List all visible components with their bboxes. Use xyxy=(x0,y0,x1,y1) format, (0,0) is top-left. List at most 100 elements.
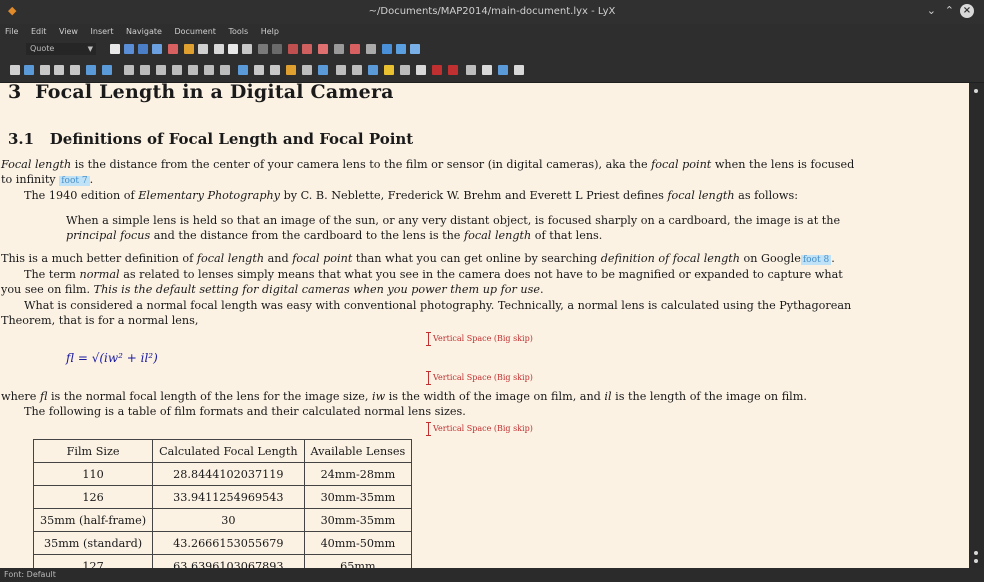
table-cell[interactable]: 30mm-35mm xyxy=(303,508,413,532)
table-cell[interactable]: 30mm-35mm xyxy=(303,485,413,509)
box-icon[interactable] xyxy=(368,65,378,75)
table-cell[interactable]: 110 xyxy=(32,462,154,486)
math-icon[interactable] xyxy=(318,44,328,54)
scroll-down-icon[interactable] xyxy=(974,551,978,555)
window-title: ~/Documents/MAP2014/main-document.lyx - … xyxy=(368,6,616,17)
scroll-up-icon[interactable] xyxy=(974,89,978,93)
outline-icon[interactable] xyxy=(498,65,508,75)
table-cell[interactable]: 65mm xyxy=(303,554,413,568)
nomenclature-icon[interactable] xyxy=(220,65,230,75)
save-as-icon[interactable] xyxy=(152,44,162,54)
table-header-cell[interactable]: Film Size xyxy=(32,439,154,463)
undo-icon[interactable] xyxy=(184,44,194,54)
emphasis-icon[interactable] xyxy=(288,44,298,54)
view-pdf-icon[interactable] xyxy=(382,44,392,54)
find-icon[interactable] xyxy=(258,44,268,54)
footnote-inset[interactable]: foot 8 xyxy=(800,255,832,265)
table-cell[interactable]: 35mm (standard) xyxy=(32,531,154,555)
table-icon[interactable] xyxy=(366,44,376,54)
list-icon[interactable] xyxy=(40,65,50,75)
print-icon[interactable] xyxy=(168,44,178,54)
menu-edit[interactable]: Edit xyxy=(26,24,52,36)
text: on Google xyxy=(740,252,801,265)
accept-change-icon[interactable] xyxy=(448,65,458,75)
depth-decrease-icon[interactable] xyxy=(86,65,96,75)
menu-insert[interactable]: Insert xyxy=(86,24,119,36)
paste-icon[interactable] xyxy=(242,44,252,54)
save-icon[interactable] xyxy=(138,44,148,54)
description-icon[interactable] xyxy=(70,65,80,75)
table-cell[interactable]: 30 xyxy=(152,508,305,532)
label-icon[interactable] xyxy=(156,65,166,75)
ert-icon[interactable] xyxy=(400,65,410,75)
export-icon[interactable] xyxy=(410,44,420,54)
update-pdf-icon[interactable] xyxy=(396,44,406,54)
table-cell[interactable]: 24mm-28mm xyxy=(303,462,413,486)
menu-navigate[interactable]: Navigate xyxy=(121,24,167,36)
maximize-icon[interactable]: ⌃ xyxy=(945,4,954,17)
table-cell[interactable]: 35mm (half-frame) xyxy=(32,508,154,532)
scroll-down-icon[interactable] xyxy=(974,559,978,563)
menu-file[interactable]: File xyxy=(0,24,23,36)
document-editor[interactable]: 3 Focal Length in a Digital Camera 3.1 D… xyxy=(0,83,969,568)
include-icon[interactable] xyxy=(302,65,312,75)
pen-icon[interactable] xyxy=(416,65,426,75)
margin-note-icon[interactable] xyxy=(254,65,264,75)
table-cell[interactable]: 127 xyxy=(32,554,154,568)
close-icon[interactable]: × xyxy=(960,4,974,18)
math-formula[interactable]: fl = √(iw² + il²) xyxy=(66,351,158,365)
spellcheck-icon[interactable] xyxy=(350,44,360,54)
branch-icon[interactable] xyxy=(384,65,394,75)
find-replace-icon[interactable] xyxy=(272,44,282,54)
minimize-icon[interactable]: ⌄ xyxy=(927,4,936,17)
vertical-space-inset[interactable]: Vertical Space (Big skip) xyxy=(426,422,533,436)
redo-icon[interactable] xyxy=(198,44,208,54)
table-header-cell[interactable]: Calculated Focal Length xyxy=(152,439,305,463)
table-cell[interactable]: 126 xyxy=(32,485,154,509)
cut-icon[interactable] xyxy=(214,44,224,54)
table-cell[interactable]: 43.2666153055679 xyxy=(152,531,305,555)
vertical-space-inset[interactable]: Vertical Space (Big skip) xyxy=(426,371,533,385)
paragraph-style-select[interactable]: Quote ▼ xyxy=(26,43,96,55)
noun-icon[interactable] xyxy=(302,44,312,54)
quote-icon[interactable] xyxy=(10,65,20,75)
citation-icon[interactable] xyxy=(188,65,198,75)
depth-increase-icon[interactable] xyxy=(102,65,112,75)
copy-icon[interactable] xyxy=(228,44,238,54)
paragraph-line: to infinity foot 7. xyxy=(1,173,93,186)
url-icon[interactable] xyxy=(286,65,296,75)
footnote-icon[interactable] xyxy=(238,65,248,75)
text: of that lens. xyxy=(531,229,603,242)
note-icon[interactable] xyxy=(270,65,280,75)
preview-icon[interactable] xyxy=(482,65,492,75)
tabular-icon[interactable] xyxy=(352,65,362,75)
table-cell[interactable]: 63.6396103067893 xyxy=(152,554,305,568)
table-cell[interactable]: 28.8444102037119 xyxy=(152,462,305,486)
table-cell[interactable]: 33.9411254969543 xyxy=(152,485,305,509)
track-changes-icon[interactable] xyxy=(432,65,442,75)
sum-icon[interactable] xyxy=(334,44,344,54)
vertical-scrollbar[interactable] xyxy=(969,83,984,568)
film-formats-table[interactable]: Film Size Calculated Focal Length Availa… xyxy=(32,439,413,568)
table-header-cell[interactable]: Available Lenses xyxy=(303,439,413,463)
toc-icon[interactable] xyxy=(318,65,328,75)
footnote-inset[interactable]: foot 7 xyxy=(59,176,90,186)
cross-reference-icon[interactable] xyxy=(172,65,182,75)
attachment-icon[interactable] xyxy=(466,65,476,75)
reload-icon[interactable] xyxy=(24,65,34,75)
menu-help[interactable]: Help xyxy=(256,24,284,36)
text-emph: focal point xyxy=(651,158,712,171)
open-document-icon[interactable] xyxy=(124,44,134,54)
new-document-icon[interactable] xyxy=(110,44,120,54)
index-icon[interactable] xyxy=(204,65,214,75)
table-float-icon[interactable] xyxy=(140,65,150,75)
figure-float-icon[interactable] xyxy=(124,65,134,75)
menu-view[interactable]: View xyxy=(54,24,83,36)
book-icon[interactable] xyxy=(514,65,524,75)
menu-tools[interactable]: Tools xyxy=(223,24,253,36)
table-cell[interactable]: 40mm-50mm xyxy=(303,531,413,555)
vertical-space-inset[interactable]: Vertical Space (Big skip) xyxy=(426,332,533,346)
numbered-list-icon[interactable] xyxy=(54,65,64,75)
graphics-icon[interactable] xyxy=(336,65,346,75)
menu-document[interactable]: Document xyxy=(169,24,220,36)
